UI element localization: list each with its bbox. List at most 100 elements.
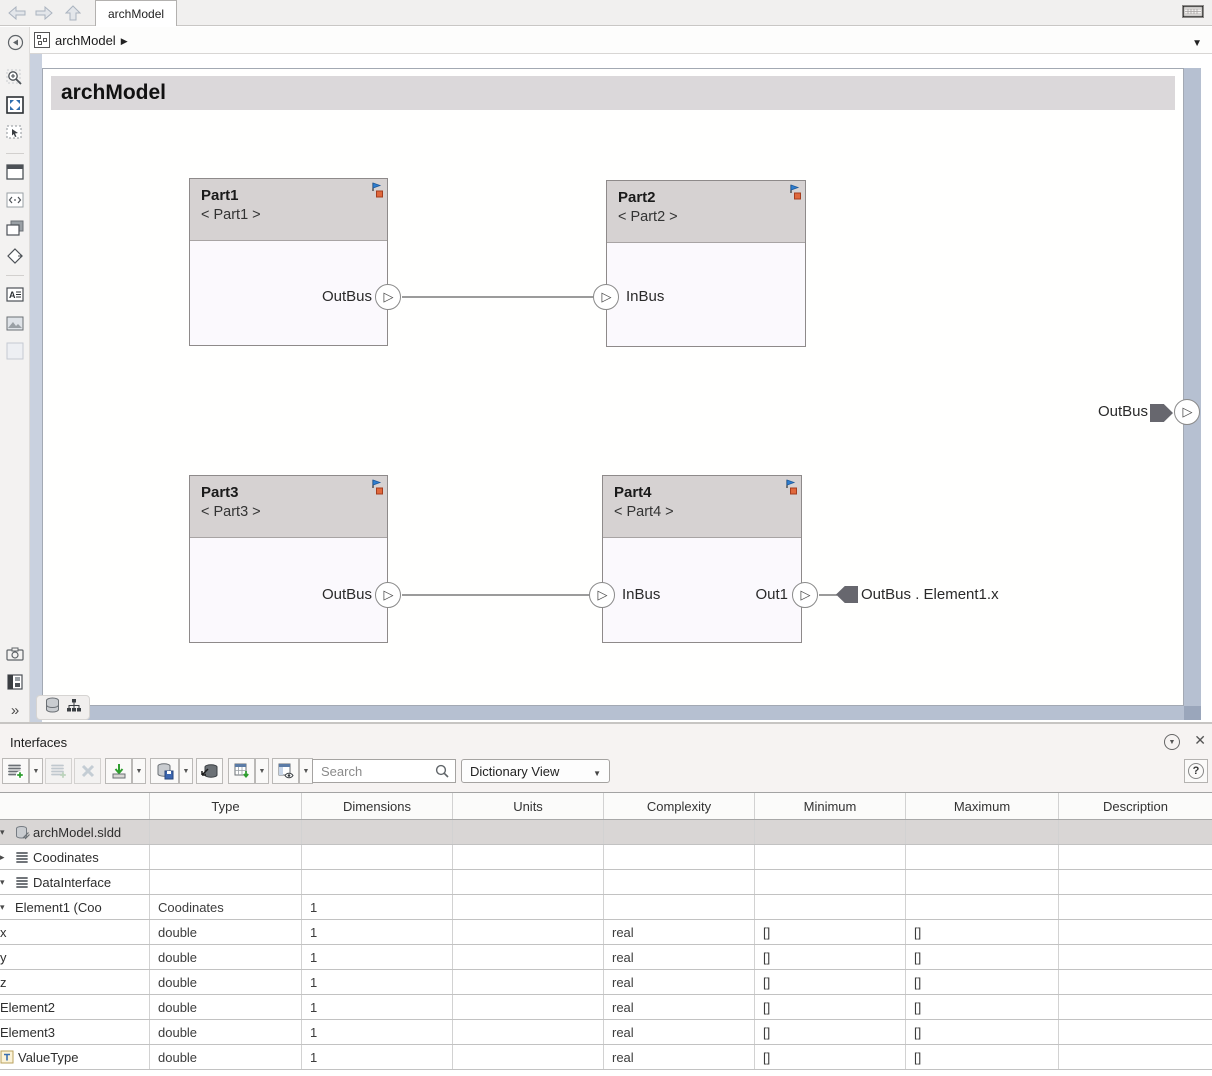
column-visibility-button[interactable] xyxy=(272,758,299,784)
add-interface-dropdown-icon[interactable] xyxy=(29,758,43,784)
viewport-icon[interactable] xyxy=(4,161,26,183)
zoom-select-icon[interactable] xyxy=(4,121,26,143)
cell-complexity[interactable]: real xyxy=(604,945,755,969)
input-port-icon[interactable] xyxy=(593,284,619,310)
cell-description[interactable] xyxy=(1059,895,1212,919)
cell-description[interactable] xyxy=(1059,820,1212,844)
cell-dimensions[interactable] xyxy=(302,820,453,844)
cell-units[interactable] xyxy=(453,945,604,969)
connector-part3-part4[interactable] xyxy=(402,594,589,596)
cell-minimum[interactable] xyxy=(755,895,906,919)
output-port-icon[interactable] xyxy=(792,582,818,608)
column-header[interactable] xyxy=(0,793,150,819)
scrollbar-corner[interactable] xyxy=(1184,706,1201,720)
boundary-port-label[interactable]: OutBus xyxy=(1060,403,1148,420)
cell-type[interactable]: double xyxy=(150,1020,302,1044)
annotation-icon[interactable]: A xyxy=(4,283,26,305)
vertical-scrollbar[interactable] xyxy=(1184,68,1201,706)
column-header[interactable]: Minimum xyxy=(755,793,906,819)
component-part1[interactable]: Part1 < Part1 > xyxy=(189,178,388,346)
port-label-inbus[interactable]: InBus xyxy=(626,288,664,305)
add-interface-button[interactable] xyxy=(2,758,29,784)
column-header[interactable]: Dimensions xyxy=(302,793,453,819)
cell-units[interactable] xyxy=(453,1020,604,1044)
boundary-output-port-icon[interactable] xyxy=(1174,399,1200,425)
cell-maximum[interactable]: [] xyxy=(906,970,1059,994)
table-row[interactable]: ▾Element1 (CooCoodinates1 xyxy=(0,895,1212,920)
row-name-cell[interactable]: x xyxy=(0,920,150,944)
cell-dimensions[interactable]: 1 xyxy=(302,945,453,969)
component-part2[interactable]: Part2 < Part2 > xyxy=(606,180,806,347)
cell-maximum[interactable] xyxy=(906,870,1059,894)
cell-units[interactable] xyxy=(453,995,604,1019)
column-header[interactable]: Complexity xyxy=(604,793,755,819)
delete-button[interactable] xyxy=(74,758,101,784)
output-port-icon[interactable] xyxy=(375,284,401,310)
cell-complexity[interactable]: real xyxy=(604,1020,755,1044)
table-row[interactable]: ▾DataInterface xyxy=(0,870,1212,895)
port-label-inbus[interactable]: InBus xyxy=(622,586,660,603)
table-row[interactable]: ▾archModel.sldd xyxy=(0,820,1212,845)
import-dropdown-icon[interactable] xyxy=(132,758,146,784)
cell-units[interactable] xyxy=(453,895,604,919)
column-header[interactable]: Units xyxy=(453,793,604,819)
add-element-button[interactable] xyxy=(45,758,72,784)
cell-description[interactable] xyxy=(1059,995,1212,1019)
hierarchy-icon[interactable] xyxy=(66,698,82,718)
cell-type[interactable]: double xyxy=(150,1045,302,1069)
cell-minimum[interactable]: [] xyxy=(755,945,906,969)
column-header[interactable]: Type xyxy=(150,793,302,819)
cell-minimum[interactable] xyxy=(755,870,906,894)
document-tab[interactable]: archModel xyxy=(95,0,177,26)
cell-maximum[interactable] xyxy=(906,895,1059,919)
cell-dimensions[interactable]: 1 xyxy=(302,995,453,1019)
row-name-cell[interactable]: Element2 xyxy=(0,995,150,1019)
cell-type[interactable]: double xyxy=(150,920,302,944)
table-row[interactable]: Element2double1real[][] xyxy=(0,995,1212,1020)
horizontal-scrollbar[interactable] xyxy=(42,706,1184,720)
export-table-button[interactable] xyxy=(228,758,255,784)
cell-units[interactable] xyxy=(453,845,604,869)
table-row[interactable]: zdouble1real[][] xyxy=(0,970,1212,995)
cell-minimum[interactable] xyxy=(755,845,906,869)
cell-complexity[interactable] xyxy=(604,820,755,844)
input-port-icon[interactable] xyxy=(589,582,615,608)
cell-type[interactable] xyxy=(150,845,302,869)
cell-complexity[interactable]: real xyxy=(604,1045,755,1069)
cell-maximum[interactable] xyxy=(906,845,1059,869)
import-button[interactable] xyxy=(105,758,132,784)
table-row[interactable]: Element3double1real[][] xyxy=(0,1020,1212,1045)
cell-maximum[interactable]: [] xyxy=(906,995,1059,1019)
cell-dimensions[interactable]: 1 xyxy=(302,895,453,919)
output-port-icon[interactable] xyxy=(375,582,401,608)
expander-open-icon[interactable]: ▾ xyxy=(0,902,15,913)
up-icon[interactable] xyxy=(62,3,84,23)
connector-part1-part2[interactable] xyxy=(402,296,593,298)
cell-description[interactable] xyxy=(1059,970,1212,994)
image-icon[interactable] xyxy=(4,312,26,334)
table-row[interactable]: ydouble1real[][] xyxy=(0,945,1212,970)
open-dictionary-button[interactable] xyxy=(196,758,223,784)
table-row[interactable]: xdouble1real[][] xyxy=(0,920,1212,945)
expander-open-icon[interactable]: ▾ xyxy=(0,877,15,888)
back-icon[interactable] xyxy=(6,3,28,23)
cell-units[interactable] xyxy=(453,920,604,944)
row-name-cell[interactable]: y xyxy=(0,945,150,969)
cell-complexity[interactable] xyxy=(604,845,755,869)
cell-type[interactable] xyxy=(150,870,302,894)
column-visibility-dropdown-icon[interactable] xyxy=(299,758,313,784)
cell-maximum[interactable]: [] xyxy=(906,1045,1059,1069)
cell-description[interactable] xyxy=(1059,870,1212,894)
search-icon[interactable] xyxy=(435,764,449,778)
cell-maximum[interactable]: [] xyxy=(906,1020,1059,1044)
legend-icon[interactable] xyxy=(4,671,26,693)
cell-maximum[interactable] xyxy=(906,820,1059,844)
expander-closed-icon[interactable]: ▸ xyxy=(0,852,15,863)
breadcrumb-dropdown-icon[interactable] xyxy=(1192,33,1202,51)
cell-units[interactable] xyxy=(453,820,604,844)
copy-view-icon[interactable] xyxy=(4,217,26,239)
cell-dimensions[interactable] xyxy=(302,870,453,894)
cell-maximum[interactable]: [] xyxy=(906,945,1059,969)
signal-line[interactable] xyxy=(819,594,837,596)
port-label-outbus[interactable]: OutBus xyxy=(280,288,372,305)
